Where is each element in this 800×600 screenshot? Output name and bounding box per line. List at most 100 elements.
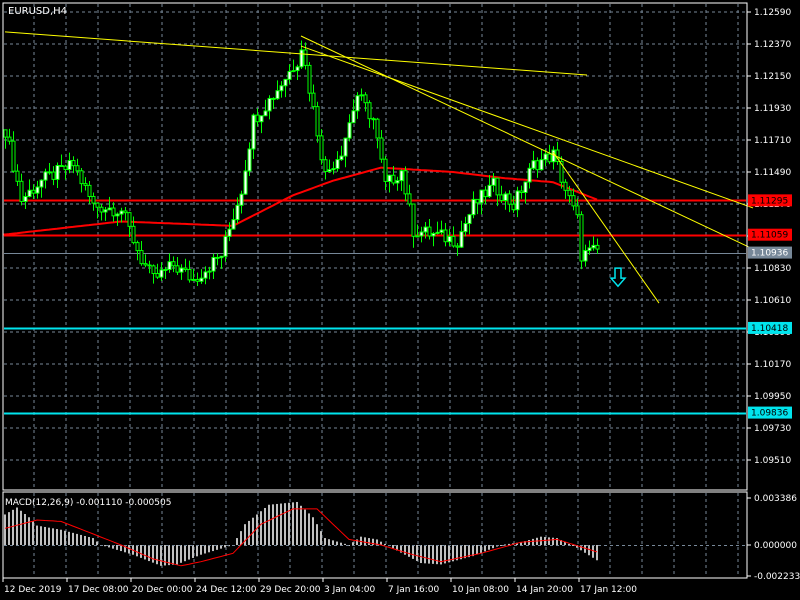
candle-body xyxy=(267,97,272,112)
candle-body xyxy=(63,165,68,171)
candle-body xyxy=(323,159,328,173)
candle xyxy=(335,151,340,172)
candle xyxy=(163,266,168,279)
price-tick-label: 1.09730 xyxy=(754,424,791,434)
macd-histogram-bar xyxy=(364,537,366,545)
candle xyxy=(551,146,556,170)
candle-body xyxy=(27,189,32,198)
candle xyxy=(439,220,444,235)
candle-body xyxy=(279,85,284,92)
time-tick-label: 10 Jan 08:00 xyxy=(452,585,509,595)
macd-histogram-bar xyxy=(320,531,322,545)
candle xyxy=(111,202,116,222)
macd-histogram-bar xyxy=(416,545,418,561)
price-tick-label: 1.09950 xyxy=(754,392,791,402)
candle xyxy=(143,254,148,268)
trading-chart[interactable]: 1.12590 1.12370 1.12150 1.11930 1.11710 1.114… xyxy=(0,0,800,600)
macd-histogram-bar xyxy=(40,526,42,545)
candle-body xyxy=(347,122,352,139)
price-tick-label: 1.11710 xyxy=(754,136,791,146)
macd-histogram-bar xyxy=(288,502,290,545)
candle xyxy=(531,150,536,171)
macd-histogram-bar xyxy=(384,543,386,545)
candle xyxy=(23,192,28,209)
time-tick-label: 17 Dec 08:00 xyxy=(68,585,129,595)
candle-body xyxy=(111,207,116,217)
trend-line[interactable] xyxy=(300,35,750,248)
candle-body xyxy=(471,198,476,216)
macd-histogram-bar xyxy=(236,538,238,545)
candle xyxy=(351,99,356,124)
macd-histogram-bar xyxy=(284,503,286,545)
macd-histogram-bar xyxy=(408,545,410,557)
macd-histogram-bar xyxy=(64,530,66,545)
price-level-label: 1.11295 xyxy=(751,196,788,206)
candle-body xyxy=(119,210,124,215)
candle-body xyxy=(211,256,216,272)
candle xyxy=(191,268,196,282)
candle xyxy=(399,169,404,191)
candle-body xyxy=(543,153,548,161)
macd-histogram-bar xyxy=(84,535,86,545)
trend-line[interactable] xyxy=(552,151,660,304)
candle xyxy=(287,64,292,84)
macd-panel xyxy=(4,501,746,567)
macd-histogram-bar xyxy=(412,545,414,559)
macd-histogram-bar xyxy=(260,511,262,545)
macd-tick-label: -0.002233 xyxy=(754,572,800,582)
candle xyxy=(587,240,592,255)
candle xyxy=(67,152,72,174)
macd-histogram-bar xyxy=(52,528,54,545)
candle xyxy=(99,204,104,221)
candle xyxy=(155,263,160,279)
candle xyxy=(367,100,372,128)
candle-body xyxy=(495,177,500,196)
candle-body xyxy=(127,212,132,227)
macd-histogram-bar xyxy=(344,543,346,545)
candle-body xyxy=(315,106,320,137)
candle-body xyxy=(95,202,100,208)
candle xyxy=(479,189,484,215)
macd-histogram-bar xyxy=(44,526,46,545)
candle xyxy=(467,213,472,235)
candle-body xyxy=(491,177,496,186)
candle-body xyxy=(55,165,60,180)
candle-body xyxy=(363,94,368,104)
candle xyxy=(355,92,360,119)
time-tick-label: 20 Dec 00:00 xyxy=(132,585,193,595)
macd-histogram-bar xyxy=(12,509,14,545)
candle-body xyxy=(503,193,508,201)
macd-histogram-bar xyxy=(152,545,154,563)
candle xyxy=(239,190,244,214)
candle-body xyxy=(15,170,20,182)
macd-histogram-bar xyxy=(508,543,510,545)
candle-body xyxy=(255,114,260,123)
macd-histogram-bar xyxy=(160,545,162,566)
macd-histogram-bar xyxy=(352,542,354,545)
candle xyxy=(175,257,180,276)
candle-body xyxy=(99,206,104,213)
time-tick-label: 14 Jan 20:00 xyxy=(516,585,573,595)
candle xyxy=(279,81,284,98)
candle-body xyxy=(519,190,524,194)
candle xyxy=(275,80,280,100)
macd-histogram-bar xyxy=(200,545,202,555)
candle xyxy=(579,211,584,270)
time-tick-label: 17 Jan 12:00 xyxy=(580,585,637,595)
candle-body xyxy=(71,160,76,167)
candle-body xyxy=(475,198,480,204)
horizontal-levels[interactable] xyxy=(4,199,746,415)
candle-body xyxy=(583,250,588,262)
candle xyxy=(371,117,376,130)
macd-histogram-bar xyxy=(92,538,94,545)
macd-histogram-bar xyxy=(240,531,242,545)
macd-histogram-bar xyxy=(500,545,502,546)
candle xyxy=(375,117,380,149)
candle-body xyxy=(223,235,228,257)
candle xyxy=(563,179,568,199)
candle xyxy=(75,158,80,176)
candle-body xyxy=(135,242,140,252)
candle-body xyxy=(311,92,316,108)
candle xyxy=(131,216,136,245)
candle-body xyxy=(159,269,164,278)
